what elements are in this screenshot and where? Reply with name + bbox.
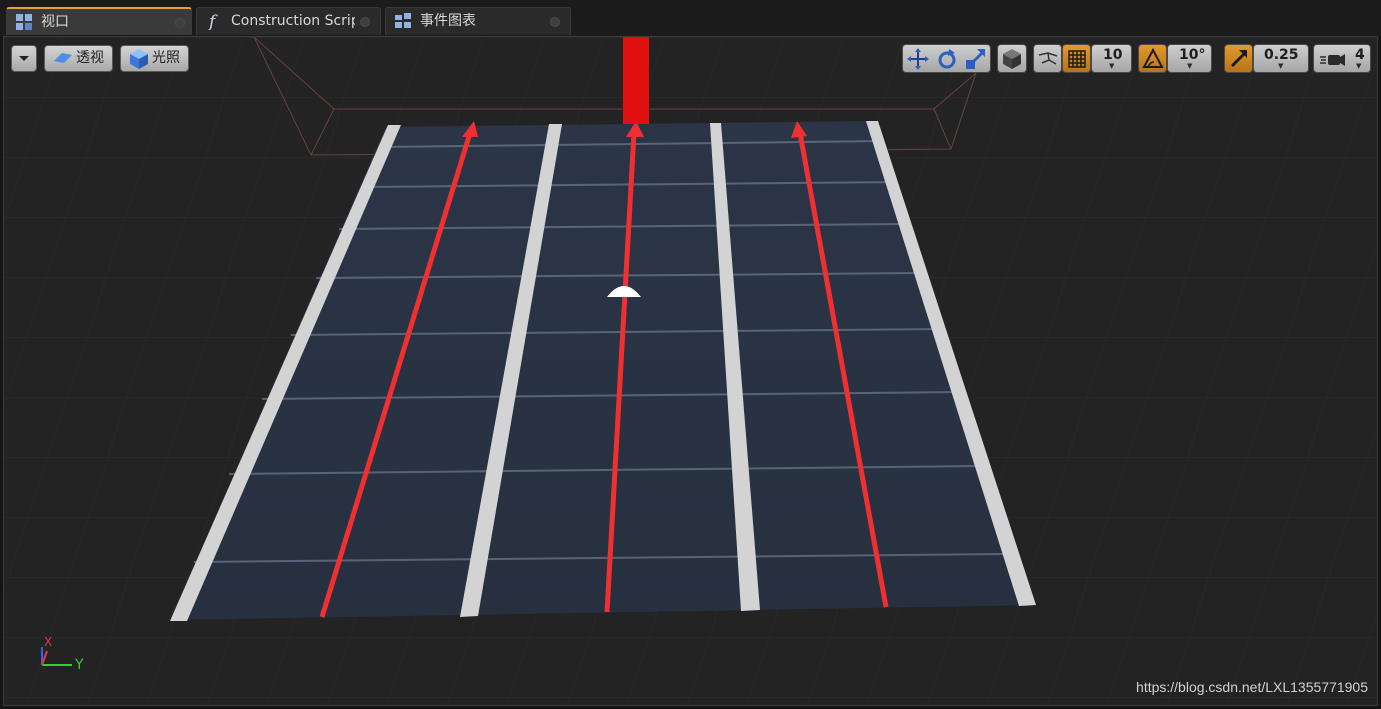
grid-snap-value: 10 <box>1103 47 1123 63</box>
surface-snap-button[interactable] <box>1033 44 1062 73</box>
scale-snap-value: 0.25 <box>1264 47 1299 63</box>
world-local-toggle[interactable] <box>997 44 1027 73</box>
perspective-button[interactable]: 透视 <box>44 45 113 72</box>
axis-x-label: X <box>44 635 53 649</box>
event-graph-icon <box>395 13 411 28</box>
scale-snap-toggle[interactable] <box>1224 44 1253 73</box>
tab-bar: 视口 f Construction Scrip 事件图表 <box>0 0 1381 36</box>
rotate-icon[interactable] <box>935 47 959 71</box>
perspective-label: 透视 <box>76 50 104 66</box>
tab-close-icon[interactable] <box>175 18 185 28</box>
viewport-grid-icon <box>16 14 32 30</box>
lighting-button[interactable]: 光照 <box>120 45 189 72</box>
spline-marker[interactable] <box>623 37 649 124</box>
local-space-cube-icon <box>1003 49 1021 69</box>
viewport-options-button[interactable] <box>11 45 37 72</box>
perspective-icon <box>54 53 72 63</box>
camera-speed-value: 4 <box>1355 47 1365 63</box>
grid-snap-value-dropdown[interactable]: 10 ▼ <box>1091 44 1132 73</box>
rotation-snap-value-dropdown[interactable]: 10° ▼ <box>1167 44 1212 73</box>
chevron-down-icon: ▼ <box>1187 62 1193 70</box>
scale-snap-icon <box>1230 50 1247 68</box>
viewport-scene <box>4 37 1377 705</box>
axis-y-label: Y <box>75 657 84 673</box>
level-viewport[interactable]: 透视 光照 10 ▼ 10° ▼ 0.25 ▼ 4 ▼ X Y https://… <box>3 36 1378 706</box>
scale-snap-value-dropdown[interactable]: 0.25 ▼ <box>1253 44 1309 73</box>
rotation-snap-value: 10° <box>1179 47 1206 63</box>
camera-speed-icon <box>1320 54 1345 66</box>
rotation-snap-icon <box>1142 47 1164 68</box>
chevron-down-icon <box>19 56 29 61</box>
svg-text:f: f <box>207 12 218 30</box>
scale-icon[interactable] <box>964 47 988 71</box>
transform-mode-group <box>902 44 991 73</box>
grid-snap-icon <box>1068 50 1086 68</box>
translate-icon[interactable] <box>906 47 930 71</box>
tab-close-icon[interactable] <box>550 17 560 27</box>
grid-snap-toggle[interactable] <box>1062 44 1091 73</box>
tab-construction-script-label: Construction Scrip <box>231 13 355 29</box>
lighting-cube-icon <box>130 49 148 69</box>
axis-indicator: X Y <box>38 635 98 677</box>
tab-close-icon[interactable] <box>360 17 370 27</box>
chevron-down-icon: ▼ <box>1109 62 1115 70</box>
chevron-down-icon: ▼ <box>1278 62 1284 70</box>
chevron-down-icon: ▼ <box>1356 62 1362 70</box>
tab-viewport-label: 视口 <box>41 14 69 30</box>
tab-event-graph-label: 事件图表 <box>420 13 476 29</box>
tab-viewport[interactable]: 视口 <box>6 7 192 35</box>
lighting-label: 光照 <box>152 50 180 66</box>
watermark: https://blog.csdn.net/LXL1355771905 <box>1136 679 1368 695</box>
tab-event-graph[interactable]: 事件图表 <box>385 7 571 35</box>
camera-speed-button[interactable]: 4 ▼ <box>1313 44 1371 73</box>
tab-construction-script[interactable]: f Construction Scrip <box>196 7 381 35</box>
function-icon: f <box>207 12 218 30</box>
surface-snap-icon <box>1038 52 1058 65</box>
rotation-snap-toggle[interactable] <box>1138 44 1167 73</box>
